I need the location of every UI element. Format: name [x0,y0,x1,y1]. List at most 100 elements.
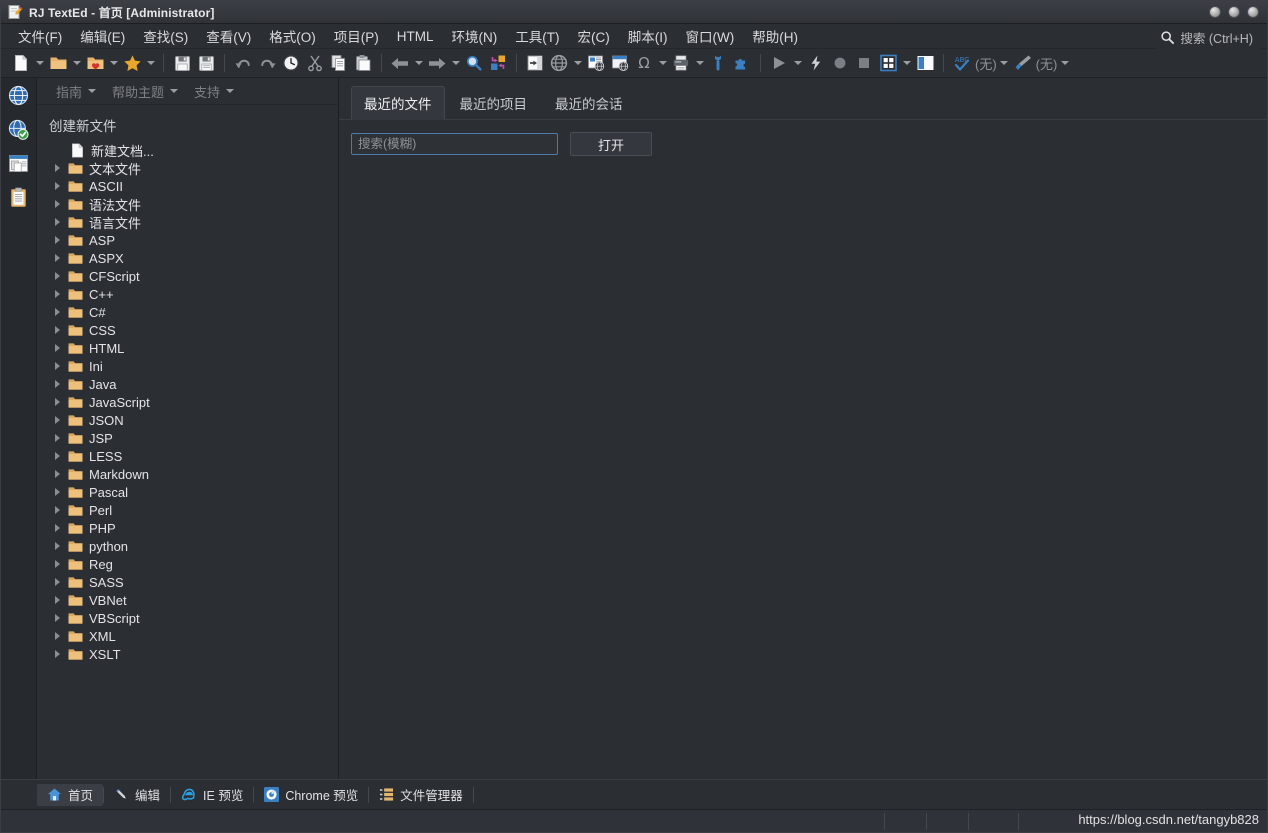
menu-tools[interactable]: 工具(T) [506,24,568,48]
tree-item[interactable]: Markdown [49,465,338,483]
bottom-tab-home[interactable]: 首页 [37,783,104,806]
menu-macro[interactable]: 宏(C) [569,24,619,48]
menu-html[interactable]: HTML [388,27,443,46]
maximize-button[interactable] [1228,6,1240,18]
chevron-right-icon[interactable] [49,218,65,226]
tree-item[interactable]: Pascal [49,483,338,501]
tree-item[interactable]: PHP [49,519,338,537]
grid-view-icon[interactable] [876,51,900,75]
bottom-tab-edit[interactable]: 编辑 [104,784,170,806]
replace-icon[interactable] [486,51,510,75]
copy-icon[interactable] [327,51,351,75]
chevron-right-icon[interactable] [49,470,65,478]
menu-search[interactable]: 查找(S) [134,24,197,48]
tree-item[interactable]: 文本文件 [49,159,338,177]
bottom-tab-ie-preview[interactable]: IE 预览 [171,784,253,806]
tree-item[interactable]: Ini [49,357,338,375]
tree-item[interactable]: XSLT [49,645,338,663]
snippets-window-icon[interactable] [8,152,30,174]
tree-item[interactable]: HTML [49,339,338,357]
back-arrow-icon[interactable] [388,51,412,75]
chevron-right-icon[interactable] [49,236,65,244]
play-icon[interactable] [767,51,791,75]
search-input[interactable] [351,133,558,155]
menu-environment[interactable]: 环境(N) [443,24,507,48]
menu-help[interactable]: 帮助(H) [743,24,807,48]
redo-icon[interactable] [255,51,279,75]
split-view-icon[interactable] [913,51,937,75]
browser-preview-icon[interactable] [608,51,632,75]
global-search[interactable]: 搜索 (Ctrl+H) [1156,26,1261,49]
tree-item[interactable]: CSS [49,321,338,339]
chevron-right-icon[interactable] [49,488,65,496]
paste-icon[interactable] [351,51,375,75]
star-dropdown-icon[interactable] [144,51,157,75]
chevron-right-icon[interactable] [49,524,65,532]
close-button[interactable] [1247,6,1259,18]
tree-item[interactable]: CFScript [49,267,338,285]
tree-item[interactable]: ASCII [49,177,338,195]
chevron-right-icon[interactable] [49,326,65,334]
chevron-right-icon[interactable] [49,272,65,280]
menu-window[interactable]: 窗口(W) [677,24,744,48]
save-icon[interactable] [170,51,194,75]
brush-icon[interactable] [1011,51,1035,75]
tree-item[interactable]: LESS [49,447,338,465]
tree-item[interactable]: Perl [49,501,338,519]
record-icon[interactable] [828,51,852,75]
chevron-right-icon[interactable] [49,434,65,442]
tree-item[interactable]: Reg [49,555,338,573]
tree-item[interactable]: SASS [49,573,338,591]
history-icon[interactable] [279,51,303,75]
menu-view[interactable]: 查看(V) [197,24,260,48]
chevron-right-icon[interactable] [49,182,65,190]
open-folder-icon[interactable] [46,51,70,75]
menu-edit[interactable]: 编辑(E) [71,24,134,48]
tree-item[interactable]: JSP [49,429,338,447]
tab-recent-sessions[interactable]: 最近的会话 [542,86,636,119]
new-file-dropdown-icon[interactable] [33,51,46,75]
menu-format[interactable]: 格式(O) [260,24,325,48]
chevron-right-icon[interactable] [49,344,65,352]
save-all-icon[interactable] [194,51,218,75]
print-dropdown-icon[interactable] [693,51,706,75]
globe-dropdown-icon[interactable] [571,51,584,75]
chevron-right-icon[interactable] [49,506,65,514]
chevron-right-icon[interactable] [49,650,65,658]
tree-item[interactable]: JSON [49,411,338,429]
tree-item[interactable]: Java [49,375,338,393]
back-dropdown-icon[interactable] [412,51,425,75]
tree-item[interactable]: JavaScript [49,393,338,411]
minimize-button[interactable] [1209,6,1221,18]
favorites-dropdown-icon[interactable] [107,51,120,75]
chevron-right-icon[interactable] [49,308,65,316]
spellcheck-icon[interactable]: ABC [950,51,974,75]
undo-icon[interactable] [231,51,255,75]
new-file-icon[interactable] [9,51,33,75]
forward-arrow-icon[interactable] [425,51,449,75]
bottom-tab-file-manager[interactable]: 文件管理器 [369,784,473,806]
tab-recent-projects[interactable]: 最近的项目 [447,86,541,119]
forward-dropdown-icon[interactable] [449,51,462,75]
globe-icon[interactable] [8,84,30,106]
zoom-search-icon[interactable] [462,51,486,75]
bottom-tab-chrome-preview[interactable]: Chrome 预览 [254,784,368,806]
globe-icon[interactable] [547,51,571,75]
globe-check-icon[interactable] [8,118,30,140]
chevron-right-icon[interactable] [49,398,65,406]
help-topics-dropdown[interactable]: 帮助主题 [105,80,185,103]
puzzle-icon[interactable] [730,51,754,75]
tree-item[interactable]: VBNet [49,591,338,609]
chevron-right-icon[interactable] [49,596,65,604]
support-dropdown[interactable]: 支持 [187,80,241,103]
stop-icon[interactable] [852,51,876,75]
chevron-right-icon[interactable] [49,632,65,640]
guide-dropdown[interactable]: 指南 [49,80,103,103]
chevron-right-icon[interactable] [49,200,65,208]
play-dropdown-icon[interactable] [791,51,804,75]
lightning-icon[interactable] [804,51,828,75]
open-button[interactable]: 打开 [570,132,652,156]
menu-script[interactable]: 脚本(I) [619,24,677,48]
insert-icon[interactable] [523,51,547,75]
grid-view-dropdown-icon[interactable] [900,51,913,75]
